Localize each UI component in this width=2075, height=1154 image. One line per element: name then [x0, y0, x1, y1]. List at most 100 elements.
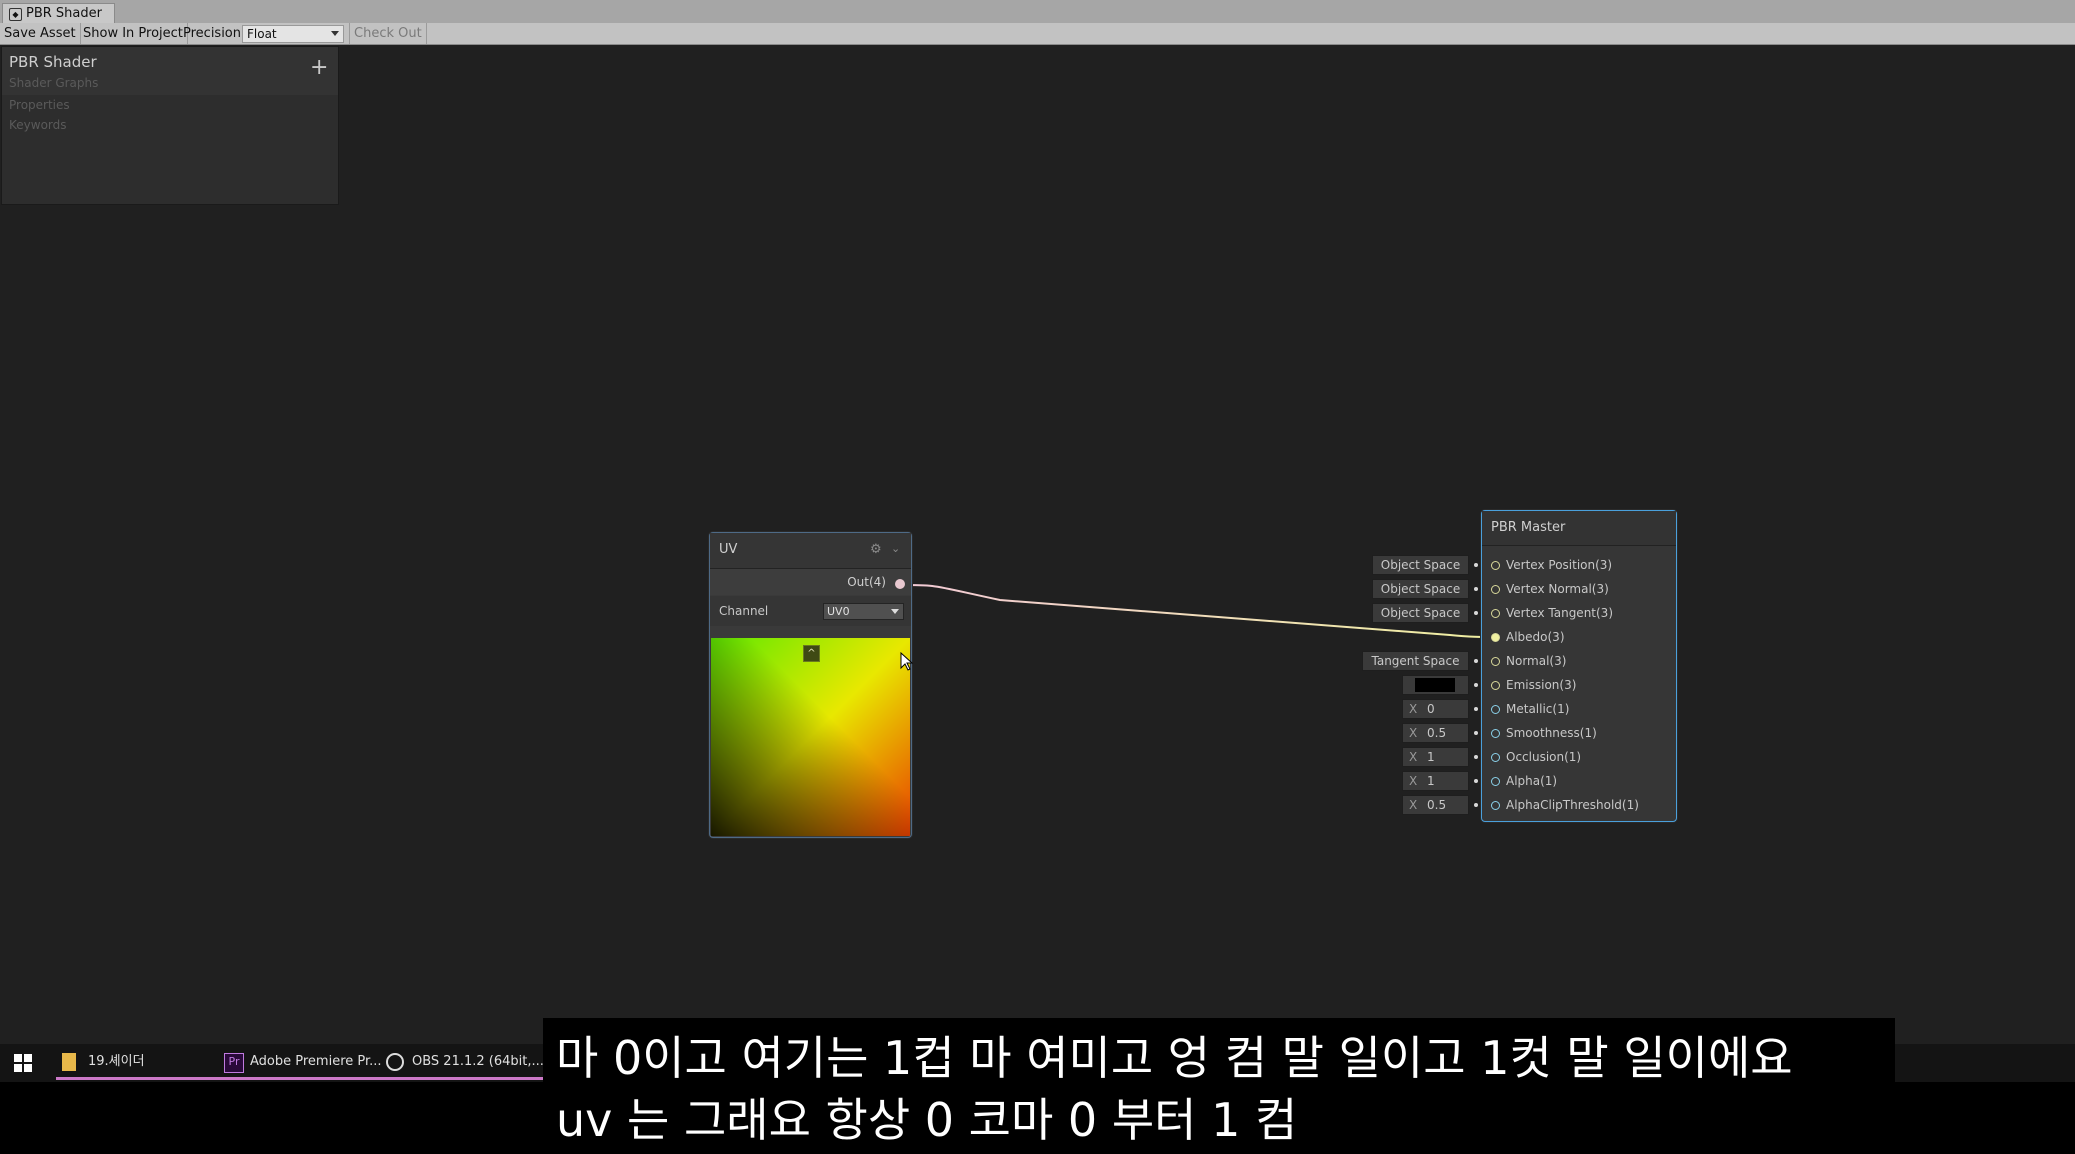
input-port[interactable]	[1491, 633, 1500, 642]
pbr-master-node[interactable]: PBR Master Vertex Position(3) Vertex Nor…	[1481, 510, 1677, 822]
input-port[interactable]	[1491, 777, 1500, 786]
slot-normal[interactable]: Normal(3)	[1482, 650, 1676, 674]
gear-icon[interactable]: ⚙	[870, 542, 882, 557]
taskbar-item-label: Adobe Premiere Pr...	[250, 1054, 382, 1069]
channel-label: Channel	[719, 604, 769, 618]
slot-label: Occlusion(1)	[1506, 750, 1582, 764]
active-indicator	[380, 1077, 562, 1080]
control-value: Object Space	[1380, 558, 1461, 572]
windows-start-icon[interactable]	[14, 1054, 32, 1072]
channel-value: UV0	[827, 605, 850, 618]
color-swatch[interactable]	[1415, 678, 1455, 692]
vertex-position-space-control[interactable]: Object Space	[1372, 555, 1478, 575]
control-value: Object Space	[1380, 606, 1461, 620]
slot-label: Alpha(1)	[1506, 774, 1558, 788]
metallic-control[interactable]: X0	[1402, 699, 1478, 719]
pbr-master-title: PBR Master	[1491, 520, 1566, 535]
input-port[interactable]	[1491, 681, 1500, 690]
control-value: Object Space	[1380, 582, 1461, 596]
uv-output-port[interactable]	[895, 579, 905, 589]
smoothness-value[interactable]: 0.5	[1427, 724, 1446, 742]
alpha-clip-control[interactable]: X 0.5	[1402, 795, 1478, 815]
connector-dot	[1474, 587, 1478, 591]
connector-dot	[1474, 803, 1478, 807]
connector-dot	[1474, 659, 1478, 663]
input-port[interactable]	[1491, 753, 1500, 762]
slot-alpha-clip-threshold[interactable]: AlphaClipThreshold(1)	[1482, 794, 1676, 818]
taskbar-item-folder[interactable]: 19.셰이더	[56, 1044, 238, 1080]
slot-label: Emission(3)	[1506, 678, 1577, 692]
edge-layer	[898, 584, 1496, 638]
chevron-down-icon	[891, 609, 899, 614]
slot-occlusion[interactable]: Occlusion(1)	[1482, 746, 1676, 770]
input-port[interactable]	[1491, 729, 1500, 738]
mouse-cursor-icon	[900, 652, 914, 671]
connector-dot	[1474, 683, 1478, 687]
preview-shade	[711, 638, 910, 836]
input-port[interactable]	[1491, 585, 1500, 594]
connector-dot	[1474, 755, 1478, 759]
slot-label: Smoothness(1)	[1506, 726, 1597, 740]
slot-emission[interactable]: Emission(3)	[1482, 674, 1676, 698]
slot-label: AlphaClipThreshold(1)	[1506, 798, 1639, 812]
occlusion-value[interactable]: 1	[1427, 748, 1435, 766]
x-label: X	[1409, 726, 1418, 740]
smoothness-control[interactable]: X 0.5	[1402, 723, 1478, 743]
slot-vertex-position[interactable]: Vertex Position(3)	[1482, 554, 1676, 578]
connector-dot	[1474, 779, 1478, 783]
subtitle-line-2: uv 는 그래요 항상 0 코마 0 부터 1 컴	[556, 1093, 1298, 1147]
emission-color-control[interactable]	[1402, 675, 1478, 695]
alpha-control[interactable]: X1	[1402, 771, 1478, 791]
slot-vertex-tangent[interactable]: Vertex Tangent(3)	[1482, 602, 1676, 626]
connector-dot	[1474, 611, 1478, 615]
uv-output-label: Out(4)	[847, 575, 886, 589]
uv-preview: ^	[711, 638, 910, 836]
subtitle-line-1: 마 0이고 여기는 1컵 마 여미고 엉 컴 말 일이고 1컷 말 일이에요	[556, 1031, 1793, 1085]
preview-toggle-button[interactable]: ^	[803, 645, 820, 662]
x-label: X	[1409, 702, 1418, 716]
taskbar-item-obs[interactable]: OBS 21.1.2 (64bit,...	[380, 1044, 562, 1080]
input-port[interactable]	[1491, 657, 1500, 666]
slot-albedo[interactable]: Albedo(3)	[1482, 626, 1676, 650]
input-port[interactable]	[1491, 801, 1500, 810]
input-port[interactable]	[1491, 609, 1500, 618]
collapse-icon[interactable]: ⌄	[891, 542, 900, 555]
metallic-value[interactable]: 0	[1427, 700, 1435, 718]
folder-icon	[62, 1053, 76, 1071]
slot-smoothness[interactable]: Smoothness(1)	[1482, 722, 1676, 746]
taskbar-item-label: OBS 21.1.2 (64bit,...	[412, 1054, 544, 1069]
premiere-icon: Pr	[224, 1053, 244, 1073]
slot-label: Metallic(1)	[1506, 702, 1570, 716]
x-label: X	[1409, 798, 1418, 812]
active-indicator	[56, 1077, 238, 1080]
taskbar-item-label: 19.셰이더	[88, 1054, 145, 1069]
slot-label: Vertex Normal(3)	[1506, 582, 1609, 596]
uv-channel-row: Channel UV0	[710, 596, 911, 626]
normal-space-control[interactable]: Tangent Space	[1362, 651, 1478, 671]
obs-icon	[386, 1053, 404, 1071]
taskbar-item-premiere[interactable]: Pr Adobe Premiere Pr...	[218, 1044, 400, 1080]
alpha-value[interactable]: 1	[1427, 772, 1435, 790]
slot-metallic[interactable]: Metallic(1)	[1482, 698, 1676, 722]
slot-label: Vertex Tangent(3)	[1506, 606, 1613, 620]
uv-node[interactable]: UV ⚙ ⌄ Out(4) Channel UV0 ^	[709, 532, 912, 838]
slot-vertex-normal[interactable]: Vertex Normal(3)	[1482, 578, 1676, 602]
slot-label: Albedo(3)	[1506, 630, 1565, 644]
vertex-tangent-space-control[interactable]: Object Space	[1372, 603, 1478, 623]
uv-node-title: UV	[719, 542, 738, 557]
connector-dot	[1474, 563, 1478, 567]
vertex-normal-space-control[interactable]: Object Space	[1372, 579, 1478, 599]
slot-label: Vertex Position(3)	[1506, 558, 1613, 572]
connector-dot	[1474, 707, 1478, 711]
x-label: X	[1409, 774, 1418, 788]
input-port[interactable]	[1491, 705, 1500, 714]
input-port[interactable]	[1491, 561, 1500, 570]
slot-alpha[interactable]: Alpha(1)	[1482, 770, 1676, 794]
channel-dropdown[interactable]: UV0	[823, 603, 904, 620]
uv-output-slot: Out(4)	[710, 569, 911, 595]
alpha-clip-value[interactable]: 0.5	[1427, 796, 1446, 814]
connector-dot	[1474, 731, 1478, 735]
x-label: X	[1409, 750, 1418, 764]
active-indicator	[218, 1077, 400, 1080]
occlusion-control[interactable]: X1	[1402, 747, 1478, 767]
